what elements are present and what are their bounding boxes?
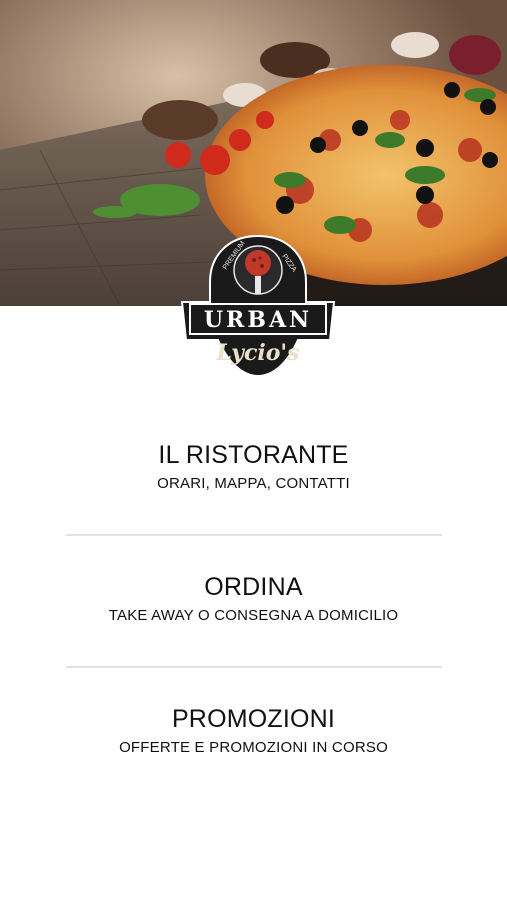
logo-script-text: Lycio's — [215, 340, 299, 366]
menu-item-ristorante-title: IL RISTORANTE — [158, 441, 349, 469]
menu-divider — [66, 666, 442, 668]
menu-item-ristorante[interactable]: IL RISTORANTE ORARI, MAPPA, CONTATTI — [0, 440, 507, 493]
menu-item-ordina-title: ORDINA — [204, 573, 303, 601]
menu-item-promozioni-title: PROMOZIONI — [171, 705, 336, 733]
logo-brand-text: URBAN — [204, 307, 312, 333]
urban-lycios-logo: PREMIUM PIZZA URBAN Lycio's — [178, 232, 338, 382]
menu-item-promozioni[interactable]: PROMOZIONI OFFERTE E PROMOZIONI IN CORSO — [0, 704, 507, 757]
menu-item-promozioni-subtitle: OFFERTE E PROMOZIONI IN CORSO — [119, 739, 388, 756]
menu-item-ordina[interactable]: ORDINA TAKE AWAY O CONSEGNA A DOMICILIO — [0, 572, 507, 625]
menu-item-ordina-subtitle: TAKE AWAY O CONSEGNA A DOMICILIO — [108, 607, 399, 624]
menu-divider — [66, 534, 442, 536]
menu-item-ristorante-subtitle: ORARI, MAPPA, CONTATTI — [157, 475, 350, 492]
